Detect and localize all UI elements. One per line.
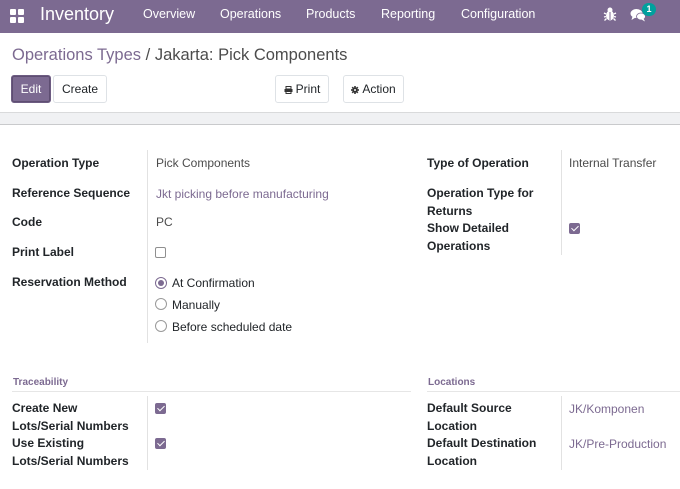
menu-overview[interactable]: Overview <box>143 7 195 21</box>
reference-sequence-label: Reference Sequence <box>12 186 131 200</box>
reservation-before-scheduled-radio[interactable] <box>155 320 167 332</box>
default-source-label-line1: Default Source <box>427 401 512 415</box>
left-group-divider <box>147 150 148 343</box>
locations-section-title: Locations <box>428 377 476 388</box>
code-value: PC <box>156 215 173 229</box>
default-destination-location-label: Default Destination Location <box>427 435 536 470</box>
use-existing-lots-label-line2: Lots/Serial Numbers <box>12 453 129 468</box>
app-title[interactable]: Inventory <box>40 3 114 25</box>
create-new-lots-checkbox[interactable] <box>155 403 166 414</box>
type-of-operation-value: Internal Transfer <box>569 156 657 170</box>
locations-divider <box>561 396 562 470</box>
menu-configuration[interactable]: Configuration <box>461 7 535 21</box>
return-type-label: Operation Type for Returns <box>427 185 533 220</box>
sheet-background-band <box>0 112 680 125</box>
default-source-label-line2: Location <box>427 418 477 433</box>
apps-menu-icon[interactable] <box>10 9 25 24</box>
default-source-location-link[interactable]: JK/Komponen <box>569 401 644 418</box>
reservation-option-label: At Confirmation <box>172 276 255 290</box>
menu-reporting[interactable]: Reporting <box>381 7 435 21</box>
type-of-operation-label: Type of Operation <box>427 156 529 170</box>
right-group-divider <box>561 150 562 255</box>
create-new-lots-label: Create New Lots/Serial Numbers <box>12 400 129 435</box>
traceability-section-divider <box>12 391 411 392</box>
bug-icon[interactable] <box>603 6 617 22</box>
action-button[interactable]: Action <box>343 75 404 103</box>
reservation-option-label: Before scheduled date <box>172 320 293 334</box>
use-existing-lots-checkbox[interactable] <box>155 438 166 449</box>
print-icon <box>284 85 293 94</box>
create-new-lots-label-line1: Create New <box>12 401 78 415</box>
default-destination-location-link[interactable]: JK/Pre-Production <box>569 436 666 453</box>
action-button-label: Action <box>362 82 396 96</box>
default-destination-label-line2: Location <box>427 453 477 468</box>
reservation-at-confirmation-radio[interactable] <box>155 277 167 289</box>
show-detailed-label-line1: Show Detailed <box>427 221 510 235</box>
traceability-section-title: Traceability <box>13 377 69 388</box>
traceability-divider <box>147 396 148 470</box>
breadcrumb-current: Jakarta: Pick Components <box>154 46 348 64</box>
print-label-checkbox[interactable] <box>155 247 166 258</box>
print-button-label: Print <box>295 82 321 96</box>
breadcrumb-separator: / <box>145 46 151 64</box>
print-button[interactable]: Print <box>275 75 329 103</box>
menu-operations[interactable]: Operations <box>220 7 281 21</box>
print-label-label: Print Label <box>12 245 75 259</box>
default-destination-label-line1: Default Destination <box>427 436 537 450</box>
show-detailed-label: Show Detailed Operations <box>427 220 509 255</box>
reference-sequence-link[interactable]: Jkt picking before manufacturing <box>156 186 329 203</box>
breadcrumb: Operations Types / Jakarta: Pick Compone… <box>12 45 347 65</box>
operation-type-value: Pick Components <box>156 156 251 170</box>
return-type-label-line1: Operation Type for <box>427 186 534 200</box>
reservation-method-label: Reservation Method <box>12 275 127 289</box>
reservation-option-label: Manually <box>172 298 221 312</box>
menu-products[interactable]: Products <box>306 7 355 21</box>
operation-type-label: Operation Type <box>12 156 100 170</box>
breadcrumb-parent[interactable]: Operations Types <box>12 46 141 64</box>
reservation-manually-radio[interactable] <box>155 298 167 310</box>
create-new-lots-label-line2: Lots/Serial Numbers <box>12 418 129 433</box>
default-source-location-label: Default Source Location <box>427 400 512 435</box>
code-label: Code <box>12 215 42 229</box>
locations-section-divider <box>427 391 680 392</box>
gear-icon <box>351 85 360 94</box>
top-navbar: Inventory Overview Operations Products R… <box>0 0 680 33</box>
use-existing-lots-label-line1: Use Existing <box>12 436 85 450</box>
use-existing-lots-label: Use Existing Lots/Serial Numbers <box>12 435 129 470</box>
return-type-label-line2: Returns <box>427 203 473 218</box>
edit-button[interactable]: Edit <box>11 75 51 103</box>
show-detailed-checkbox[interactable] <box>569 223 580 234</box>
create-button[interactable]: Create <box>53 75 107 103</box>
show-detailed-label-line2: Operations <box>427 238 491 253</box>
message-count-badge: 1 <box>642 3 656 16</box>
